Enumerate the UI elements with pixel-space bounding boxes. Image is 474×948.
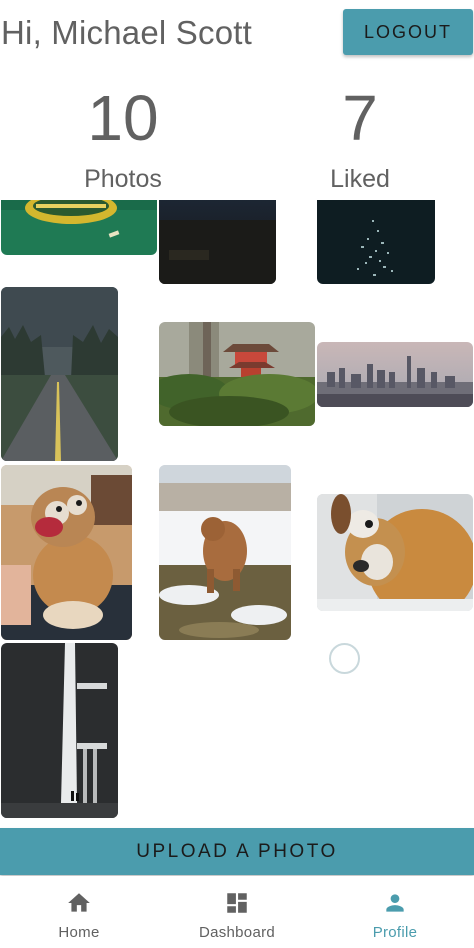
photos-stat: 10 Photos	[73, 86, 173, 194]
nav-label-dashboard: Dashboard	[198, 924, 276, 941]
dashboard-icon	[227, 893, 247, 913]
photos-label: Photos	[84, 165, 162, 193]
photos-count: 10	[87, 82, 159, 154]
profile-header: Hi, Michael Scott LOGOUT	[0, 0, 474, 80]
nav-item-profile[interactable]: Profile	[316, 876, 474, 948]
nav-label-profile: Profile	[372, 924, 418, 941]
logout-button[interactable]: LOGOUT	[343, 9, 473, 55]
photo-red-pagoda-garden[interactable]	[159, 322, 315, 426]
loading-spinner	[329, 643, 360, 674]
photo-aerial-green-pier[interactable]	[1, 200, 157, 255]
photo-dog-in-snow[interactable]	[159, 465, 291, 640]
photo-dark-night-lights[interactable]	[317, 200, 435, 284]
greeting-text: Hi, Michael Scott	[1, 14, 252, 51]
photo-dog-closeup[interactable]	[317, 494, 473, 611]
photo-forest-road[interactable]	[1, 287, 118, 461]
photo-building-facade[interactable]	[1, 643, 118, 818]
photo-gallery	[0, 200, 474, 820]
person-icon	[386, 894, 404, 912]
photo-dark-night-scene[interactable]	[159, 200, 276, 284]
photo-city-skyline[interactable]	[317, 342, 473, 407]
nav-label-home: Home	[58, 924, 100, 941]
bottom-navigation: Home Dashboard Profile	[0, 876, 474, 948]
home-icon	[68, 893, 90, 912]
upload-photo-button[interactable]: UPLOAD A PHOTO	[0, 828, 474, 875]
nav-item-dashboard[interactable]: Dashboard	[158, 876, 316, 948]
liked-count: 7	[342, 82, 378, 154]
photo-dog-on-lap[interactable]	[1, 465, 132, 640]
liked-label: Liked	[330, 165, 390, 193]
nav-item-home[interactable]: Home	[0, 876, 158, 948]
liked-stat: 7 Liked	[310, 86, 410, 194]
